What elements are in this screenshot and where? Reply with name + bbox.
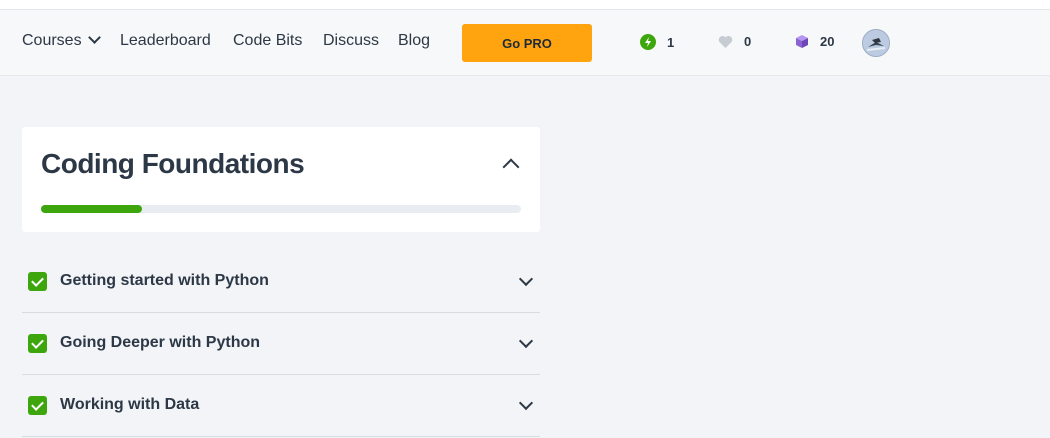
top-nav-bar: Courses Leaderboard Code Bits Discuss Bl…	[0, 10, 1050, 76]
chevron-down-icon[interactable]	[518, 271, 534, 287]
streak-counter[interactable]: 1	[640, 34, 674, 50]
top-strip	[0, 0, 1050, 10]
checkbox-icon	[28, 272, 47, 291]
lesson-title: Getting started with Python	[60, 272, 269, 289]
course-progress-fill	[41, 205, 142, 213]
lightning-icon	[640, 34, 656, 50]
chevron-down-icon[interactable]	[518, 395, 534, 411]
course-title: Coding Foundations	[41, 148, 305, 179]
cube-icon	[796, 35, 808, 48]
nav-courses-label: Courses	[22, 32, 82, 49]
avatar-image	[863, 30, 889, 56]
nav-leaderboard[interactable]: Leaderboard	[120, 32, 211, 50]
lesson-title: Working with Data	[60, 396, 200, 413]
bits-value: 20	[820, 34, 835, 49]
course-card: Coding Foundations	[22, 127, 540, 232]
nav-blog[interactable]: Blog	[398, 32, 430, 50]
course-progress-bar	[41, 205, 521, 213]
lesson-item[interactable]: Going Deeper with Python	[22, 313, 540, 375]
checkbox-icon	[28, 396, 47, 415]
hearts-counter[interactable]: 0	[718, 34, 751, 49]
heart-icon	[718, 35, 733, 48]
hearts-value: 0	[744, 34, 752, 49]
lesson-item[interactable]: Working with Data	[22, 375, 540, 437]
nav-courses[interactable]: Courses	[22, 31, 101, 50]
go-pro-button[interactable]: Go PRO	[462, 24, 592, 62]
chevron-down-icon	[87, 31, 101, 44]
nav-code-bits[interactable]: Code Bits	[233, 32, 302, 50]
lesson-item[interactable]: Getting started with Python	[22, 251, 540, 313]
chevron-down-icon[interactable]	[518, 333, 534, 349]
streak-value: 1	[667, 34, 675, 50]
nav-discuss[interactable]: Discuss	[323, 32, 379, 50]
avatar[interactable]	[862, 29, 890, 57]
chevron-up-icon[interactable]	[502, 158, 520, 176]
bits-counter[interactable]: 20	[795, 34, 834, 49]
lesson-title: Going Deeper with Python	[60, 334, 261, 351]
checkbox-icon	[28, 334, 47, 353]
